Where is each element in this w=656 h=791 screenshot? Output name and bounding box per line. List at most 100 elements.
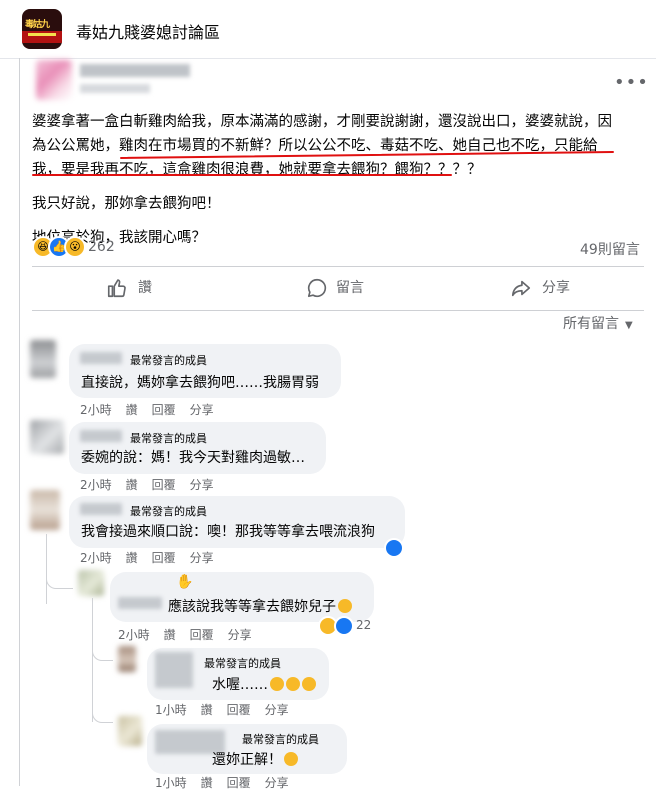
like-button[interactable]: 讚 [106, 268, 186, 308]
rofl-emoji-icon [338, 599, 352, 613]
reply-time[interactable]: 1小時 [155, 703, 187, 717]
share-arrow-icon [511, 280, 531, 297]
post-meta-blurred [80, 84, 150, 93]
thumbs-up-icon [107, 279, 126, 298]
like-reaction-icon[interactable] [334, 616, 354, 636]
comment-share-button[interactable]: 分享 [190, 403, 214, 417]
poster-name-blurred[interactable] [80, 64, 190, 77]
reply-share-button[interactable]: 分享 [228, 628, 252, 642]
comment-bubble-icon [307, 278, 327, 298]
comment-sort-dropdown[interactable]: 所有留言 ▼ [563, 313, 633, 333]
comment-time[interactable]: 2小時 [80, 551, 112, 565]
comment-time[interactable]: 2小時 [80, 478, 112, 492]
top-contributor-badge: 最常發言的成員 [130, 432, 207, 445]
commenter-name-blurred[interactable] [80, 430, 122, 442]
comment-reply-button[interactable]: 回覆 [152, 403, 176, 417]
group-header: 毒姑九 毒姑九賤婆媳討論區 [0, 0, 656, 59]
reply-thread-line [92, 598, 93, 722]
post-actions: 讚 留言 分享 [32, 268, 644, 308]
reply-reply-button[interactable]: 回覆 [227, 703, 251, 717]
rofl-emoji-icon [270, 677, 284, 691]
comment-like-button[interactable]: 讚 [126, 403, 138, 417]
top-contributor-badge: 最常發言的成員 [204, 657, 281, 670]
like-label: 讚 [138, 280, 152, 296]
reply-text: 還妳正解！ [212, 749, 298, 769]
post-paragraph: 我只好說，那妳拿去餵狗吧！ [32, 196, 221, 212]
comment-like-button[interactable]: 讚 [126, 551, 138, 565]
rofl-emoji-icon [286, 677, 300, 691]
commenter-avatar[interactable] [30, 340, 56, 378]
divider [32, 266, 644, 267]
post-body: 婆婆拿著一盒白斬雞肉給我，原本滿滿的感謝，才剛要說謝謝，還沒說出口，婆婆就說，因… [32, 110, 644, 250]
reply-meta: 1小時讚回覆 分享 [155, 774, 303, 791]
reply-like-button[interactable]: 讚 [201, 776, 213, 790]
comment-meta: 2小時讚回覆 分享 [80, 401, 228, 418]
top-contributor-badge: 最常發言的成員 [242, 733, 319, 746]
reply-text-body: 應該說我等等拿去餵妳兒子 [168, 599, 336, 615]
post-paragraph: 地位高於狗，我該開心嗎？ [32, 230, 206, 246]
commenter-name-blurred[interactable] [80, 352, 122, 364]
reply-share-button[interactable]: 分享 [265, 776, 289, 790]
wow-reaction-icon: 😮 [64, 236, 86, 258]
reply-connector [46, 574, 73, 589]
replier-name-blurred[interactable] [155, 652, 193, 688]
comment-button[interactable]: 留言 [306, 268, 406, 308]
reply-meta: 1小時讚回覆 分享 [155, 701, 303, 718]
comment-label: 留言 [336, 280, 364, 296]
reply-reply-button[interactable]: 回覆 [227, 776, 251, 790]
comment-meta: 2小時讚回覆 分享 [80, 476, 228, 493]
comment-reply-button[interactable]: 回覆 [152, 478, 176, 492]
hand-wave-icon: ✋ [176, 574, 194, 590]
replier-avatar[interactable] [118, 646, 136, 672]
group-avatar-text: 毒姑九 [25, 20, 50, 30]
divider [32, 310, 644, 311]
reply-meta: 2小時讚回覆 分享 [118, 626, 266, 643]
rofl-emoji-icon [302, 677, 316, 691]
comment-meta: 2小時讚回覆 分享 [80, 549, 228, 566]
comment-share-button[interactable]: 分享 [190, 551, 214, 565]
reply-text-body: 水喔…… [212, 677, 268, 693]
reply-share-button[interactable]: 分享 [265, 703, 289, 717]
group-title[interactable]: 毒姑九賤婆媳討論區 [76, 19, 220, 43]
reply-like-button[interactable]: 讚 [164, 628, 176, 642]
comment-count[interactable]: 49則留言 [580, 239, 640, 259]
reply-text: 水喔…… [212, 674, 316, 694]
reply-connector [92, 646, 113, 661]
replier-name-blurred[interactable] [118, 597, 162, 609]
comment-time[interactable]: 2小時 [80, 403, 112, 417]
reply-time[interactable]: 1小時 [155, 776, 187, 790]
post-text-line: 婆婆拿著一盒白斬雞肉給我，原本滿滿的感謝，才剛要說謝謝，還沒說出口，婆婆就說，因 [32, 114, 612, 130]
reply-connector [92, 708, 113, 723]
commenter-name-blurred[interactable] [80, 503, 122, 515]
more-options-icon[interactable]: ••• [614, 72, 649, 93]
smile-emoji-icon [284, 752, 298, 766]
comment-text: 我會接過來順口說：噢！那我等等拿去喂流浪狗 [81, 524, 375, 540]
reply-text: 應該說我等等拿去餵妳兒子 [168, 596, 352, 616]
comment-text: 委婉的說：媽！我今天對雞肉過敏… [81, 450, 305, 466]
comment-share-button[interactable]: 分享 [190, 478, 214, 492]
comment-like-button[interactable]: 讚 [126, 478, 138, 492]
group-avatar[interactable]: 毒姑九 [22, 9, 62, 49]
commenter-avatar[interactable] [30, 490, 60, 530]
reply-like-button[interactable]: 讚 [201, 703, 213, 717]
reply-reply-button[interactable]: 回覆 [190, 628, 214, 642]
share-button[interactable]: 分享 [510, 268, 610, 308]
comment-reply-button[interactable]: 回覆 [152, 551, 176, 565]
share-label: 分享 [542, 280, 570, 296]
replier-avatar[interactable] [118, 716, 142, 746]
reply-time[interactable]: 2小時 [118, 628, 150, 642]
like-reaction-icon[interactable] [384, 538, 404, 558]
commenter-avatar[interactable] [30, 420, 64, 454]
post-text-line: 我，要是我再不吃，這盒雞肉很浪費，她就要拿去餵狗？餵狗？？？？ [32, 162, 482, 178]
highlight-underline [32, 174, 452, 176]
top-contributor-badge: 最常發言的成員 [130, 505, 207, 518]
thread-rule [19, 58, 20, 786]
reply-reaction-count[interactable]: 22 [356, 618, 371, 632]
replier-avatar[interactable] [78, 570, 104, 596]
top-contributor-badge: 最常發言的成員 [130, 354, 207, 367]
sort-label: 所有留言 [563, 316, 619, 332]
chevron-down-icon: ▼ [625, 320, 633, 331]
reaction-count[interactable]: 262 [88, 239, 115, 255]
reply-thread-line [46, 534, 47, 604]
poster-avatar[interactable] [36, 60, 72, 100]
